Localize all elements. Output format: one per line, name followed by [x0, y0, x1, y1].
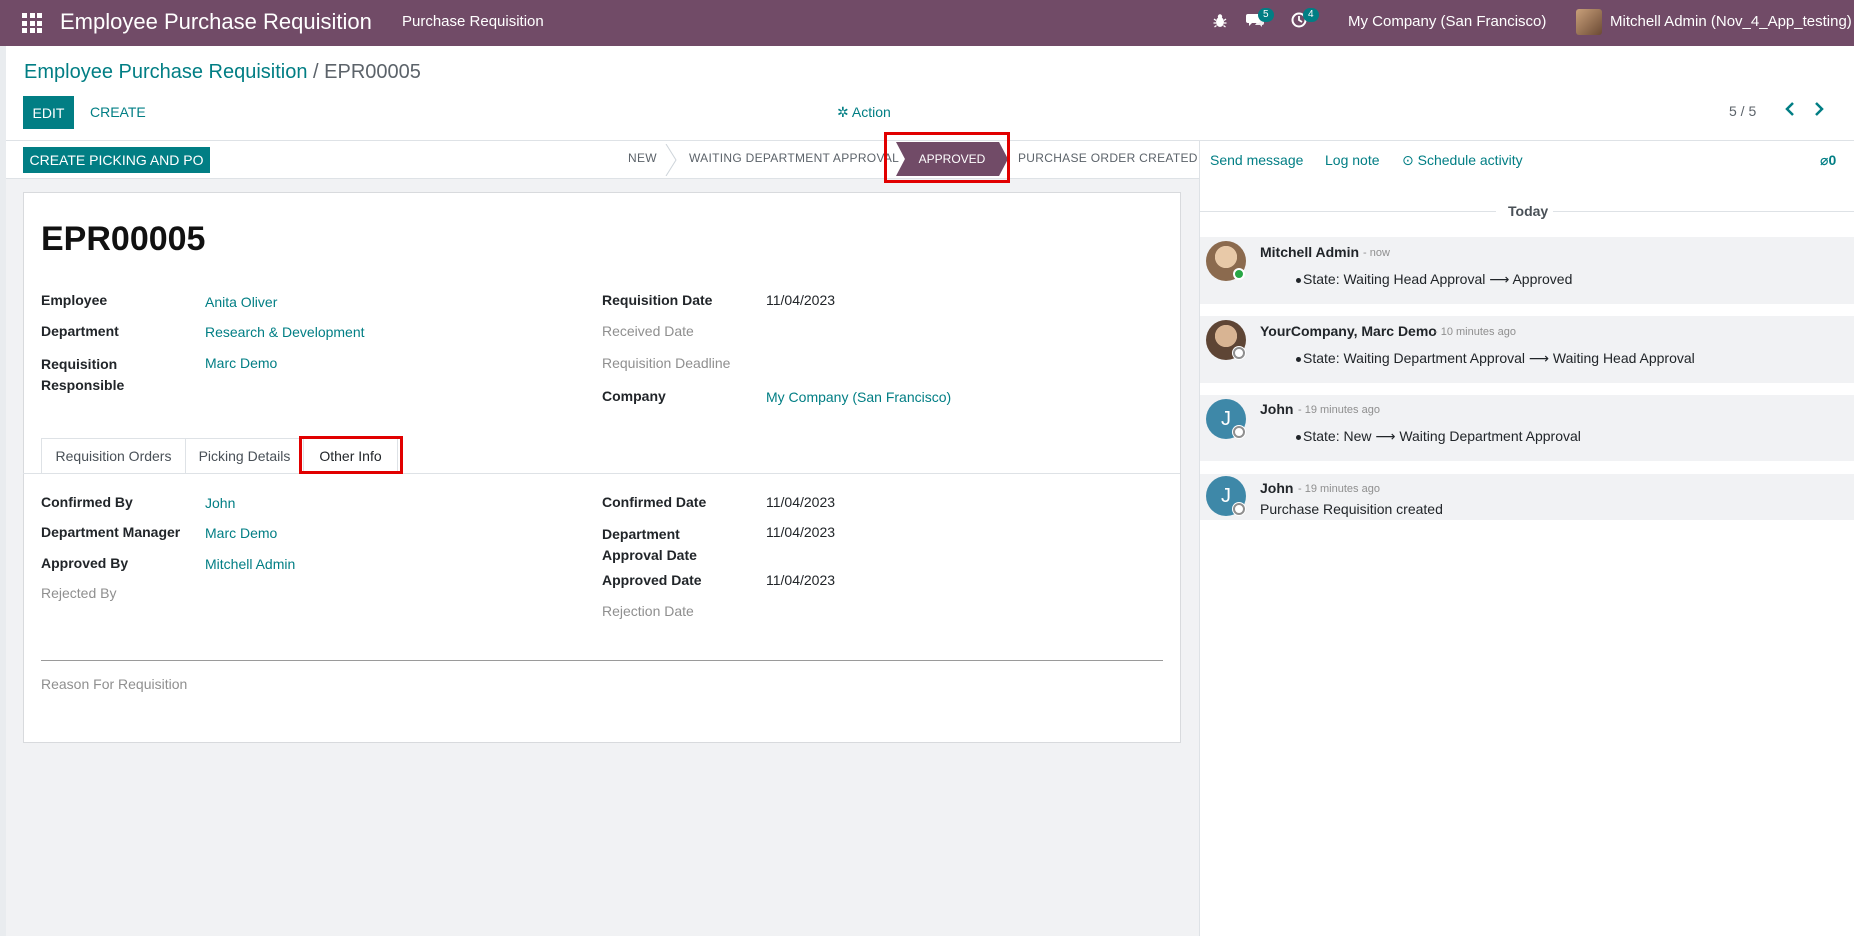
activities-clock-icon[interactable]: 4	[1291, 8, 1319, 32]
field-value-requisition-date[interactable]: 11/04/2023	[766, 292, 835, 308]
field-value-requisition-responsible[interactable]: Marc Demo	[205, 355, 277, 371]
create-button[interactable]: CREATE	[90, 104, 146, 120]
field-label-company: Company	[602, 388, 666, 404]
menu-purchase-requisition[interactable]: Purchase Requisition	[402, 13, 544, 30]
debug-bug-icon[interactable]	[1213, 13, 1227, 33]
section-separator	[41, 660, 1163, 661]
online-status-dot	[1233, 268, 1245, 280]
field-value-approved-by[interactable]: Mitchell Admin	[205, 556, 295, 572]
gear-icon: ✲	[837, 104, 849, 120]
offline-status-dot	[1233, 426, 1245, 438]
message-body: State: Waiting Head Approval ⟶ Approved	[1303, 271, 1573, 287]
message-author[interactable]: John	[1260, 480, 1293, 496]
field-label-requisition-responsible: Requisition Responsible	[41, 356, 125, 393]
field-label-department: Department	[41, 323, 119, 339]
pager-next-icon[interactable]	[1813, 102, 1825, 121]
user-avatar[interactable]	[1576, 9, 1602, 35]
attachments-button[interactable]: ⌀0	[1820, 152, 1836, 169]
schedule-activity-label: Schedule activity	[1417, 152, 1523, 168]
stage-separator	[665, 144, 677, 176]
field-label-requisition-deadline: Requisition Deadline	[602, 355, 731, 371]
breadcrumb-parent[interactable]: Employee Purchase Requisition	[24, 61, 308, 83]
attachments-count: 0	[1828, 152, 1837, 168]
field-value-company[interactable]: My Company (San Francisco)	[766, 389, 951, 405]
field-label-rejected-by: Rejected By	[41, 585, 117, 601]
breadcrumb-separator: /	[307, 61, 325, 83]
pager-value[interactable]: 5 / 5	[1729, 103, 1756, 119]
bullet-icon	[1296, 357, 1301, 362]
field-value-confirmed-by[interactable]: John	[205, 495, 235, 511]
message-body: State: New ⟶ Waiting Department Approval	[1303, 428, 1581, 444]
message-time: - now	[1363, 247, 1390, 259]
log-note-button[interactable]: Log note	[1325, 152, 1380, 168]
other-info-highlight-box	[299, 436, 403, 474]
create-picking-po-button[interactable]: CREATE PICKING AND PO	[23, 147, 210, 173]
stage-new[interactable]: NEW	[628, 151, 657, 165]
date-separator: Today	[1508, 203, 1549, 219]
message-author[interactable]: YourCompany, Marc Demo	[1260, 323, 1437, 339]
top-navbar: Employee Purchase Requisition Purchase R…	[0, 0, 1854, 46]
field-label-requisition-date: Requisition Date	[602, 292, 713, 308]
offline-status-dot	[1233, 503, 1245, 515]
date-separator-line-right	[1553, 211, 1854, 212]
field-label-department-approval-date: Department Approval Date	[602, 526, 697, 563]
stage-purchase-order-created[interactable]: PURCHASE ORDER CREATED	[1018, 151, 1198, 165]
field-label-confirmed-by: Confirmed By	[41, 494, 133, 510]
field-value-employee[interactable]: Anita Oliver	[205, 294, 277, 310]
field-label-rejection-date: Rejection Date	[602, 603, 694, 619]
message-time: - 19 minutes ago	[1298, 483, 1380, 495]
breadcrumb: Employee Purchase Requisition / EPR00005	[24, 61, 421, 84]
message-time: - 10 minutes ago	[1434, 326, 1516, 338]
messages-icon[interactable]: 5	[1246, 8, 1274, 32]
stage-waiting-department-approval[interactable]: WAITING DEPARTMENT APPROVAL	[689, 151, 899, 165]
date-separator-line-left	[1199, 211, 1496, 212]
offline-status-dot	[1233, 347, 1245, 359]
field-label-reason-for-requisition: Reason For Requisition	[41, 676, 188, 692]
action-menu[interactable]: ✲ Action	[837, 104, 891, 121]
bullet-icon	[1296, 278, 1301, 283]
message-author[interactable]: John	[1260, 401, 1293, 417]
field-label-approved-date: Approved Date	[602, 572, 702, 588]
field-label-department-manager: Department Manager	[41, 524, 181, 540]
bullet-icon	[1296, 435, 1301, 440]
schedule-activity-button[interactable]: ⊙ Schedule activity	[1402, 152, 1523, 169]
field-value-confirmed-date[interactable]: 11/04/2023	[766, 494, 835, 510]
field-label-employee: Employee	[41, 292, 108, 308]
user-menu[interactable]: Mitchell Admin (Nov_4_App_testing)	[1610, 13, 1852, 30]
field-value-department[interactable]: Research & Development	[205, 324, 365, 340]
clock-icon: ⊙	[1402, 152, 1414, 168]
record-title: EPR00005	[41, 220, 206, 258]
field-label-received-date: Received Date	[602, 323, 694, 339]
field-value-approved-date[interactable]: 11/04/2023	[766, 572, 835, 588]
tab-requisition-orders[interactable]: Requisition Orders	[41, 438, 186, 474]
field-value-department-manager[interactable]: Marc Demo	[205, 525, 277, 541]
field-value-department-approval-date[interactable]: 11/04/2023	[766, 524, 835, 540]
apps-menu-icon[interactable]	[22, 13, 42, 33]
message-body: Purchase Requisition created	[1260, 501, 1443, 517]
breadcrumb-current: EPR00005	[324, 61, 421, 83]
app-title[interactable]: Employee Purchase Requisition	[60, 9, 372, 35]
approved-highlight-box	[884, 132, 1010, 183]
pager-previous-icon[interactable]	[1784, 102, 1796, 121]
edit-button[interactable]: EDIT	[23, 96, 74, 129]
activities-badge: 4	[1303, 8, 1319, 22]
send-message-button[interactable]: Send message	[1210, 152, 1303, 168]
message-time: - 19 minutes ago	[1298, 404, 1380, 416]
message-body: State: Waiting Department Approval ⟶ Wai…	[1303, 350, 1695, 366]
tab-picking-details[interactable]: Picking Details	[185, 438, 304, 474]
field-label-approved-by: Approved By	[41, 555, 129, 571]
field-label-confirmed-date: Confirmed Date	[602, 494, 707, 510]
company-switcher[interactable]: My Company (San Francisco)	[1348, 13, 1546, 30]
messages-badge: 5	[1258, 8, 1274, 22]
message-author[interactable]: Mitchell Admin	[1260, 244, 1359, 260]
action-label: Action	[851, 104, 891, 120]
